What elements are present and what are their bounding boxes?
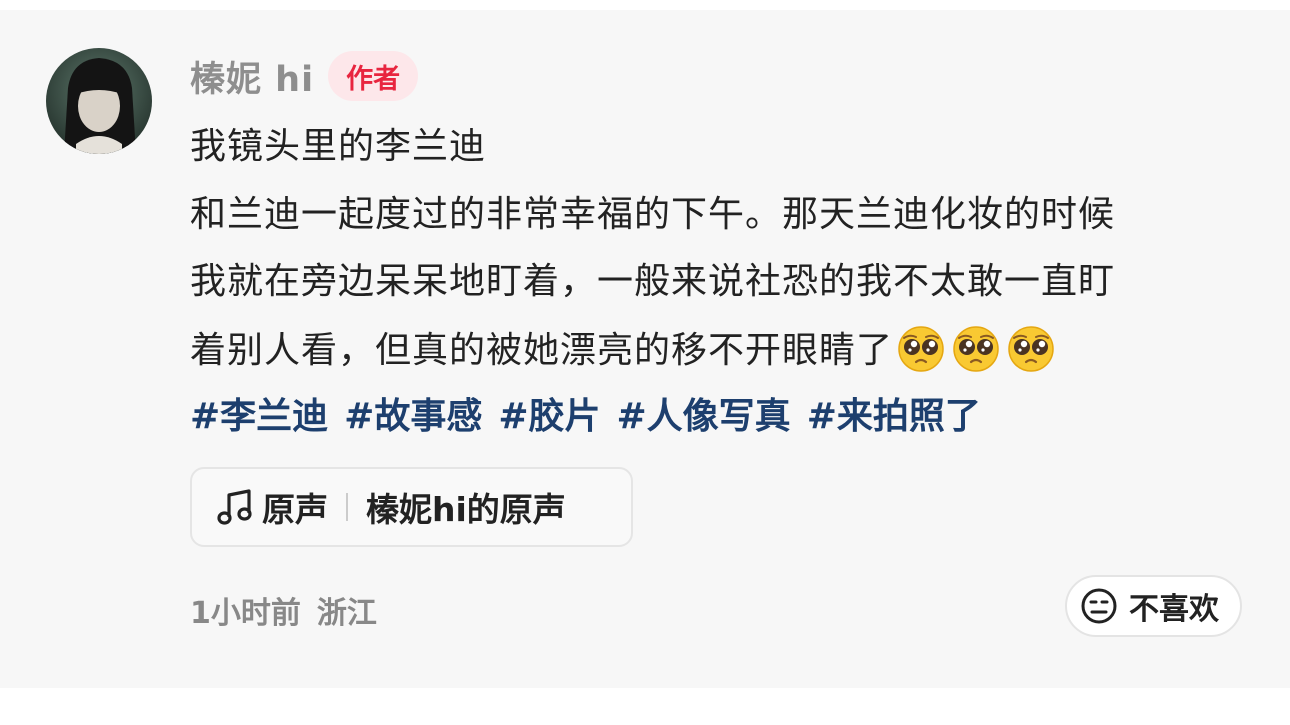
hashtag-link[interactable]: #李兰迪 [190,397,328,437]
post-title: 我镜头里的李兰迪 [190,126,487,167]
post-location: 浙江 [316,596,377,631]
music-divider [346,493,348,521]
tag-list: #李兰迪 #故事感 #胶片 #人像写真 #来拍照了 [190,397,981,437]
post-body-line-with-emoji: 着别人看，但真的被她漂亮的移不开眼睛了 [190,325,1055,376]
emoji-group [897,325,1055,373]
dislike-label: 不喜欢 [1129,592,1219,627]
music-note-icon [217,489,252,525]
pleading-face-emoji-icon [1008,326,1054,372]
author-name[interactable]: 榛妮 hi [190,51,314,102]
music-title: 榛妮hi的原声 [366,490,566,529]
dislike-button[interactable]: 不喜欢 [1065,575,1242,637]
post-meta: 1小时前 浙江 [190,588,377,632]
hashtag-link[interactable]: #胶片 [498,397,600,437]
post-body-line: 和兰迪一起度过的非常幸福的下午。那天兰迪化妆的时候 [190,194,1116,235]
music-label: 原声 [262,490,328,529]
post-body-text: 着别人看，但真的被她漂亮的移不开眼睛了 [190,330,894,371]
avatar-image [46,48,152,154]
author-row: 榛妮 hi 作者 [190,50,419,102]
original-sound-button[interactable]: 原声 榛妮hi的原声 [190,467,633,547]
pleading-face-emoji-icon [953,326,999,372]
post-body-line: 我就在旁边呆呆地盯着，一般来说社恐的我不太敢一直盯 [190,261,1116,302]
note-card: 榛妮 hi 作者 我镜头里的李兰迪 和兰迪一起度过的非常幸福的下午。那天兰迪化妆… [0,10,1290,688]
post-time: 1小时前 [190,596,301,631]
avatar[interactable] [46,48,152,154]
pleading-face-emoji-icon [898,326,944,372]
author-badge: 作者 [328,51,419,101]
hashtag-link[interactable]: #来拍照了 [807,397,981,437]
hashtag-link[interactable]: #人像写真 [617,397,791,437]
meh-face-icon [1081,588,1117,624]
hashtag-link[interactable]: #故事感 [344,397,482,437]
